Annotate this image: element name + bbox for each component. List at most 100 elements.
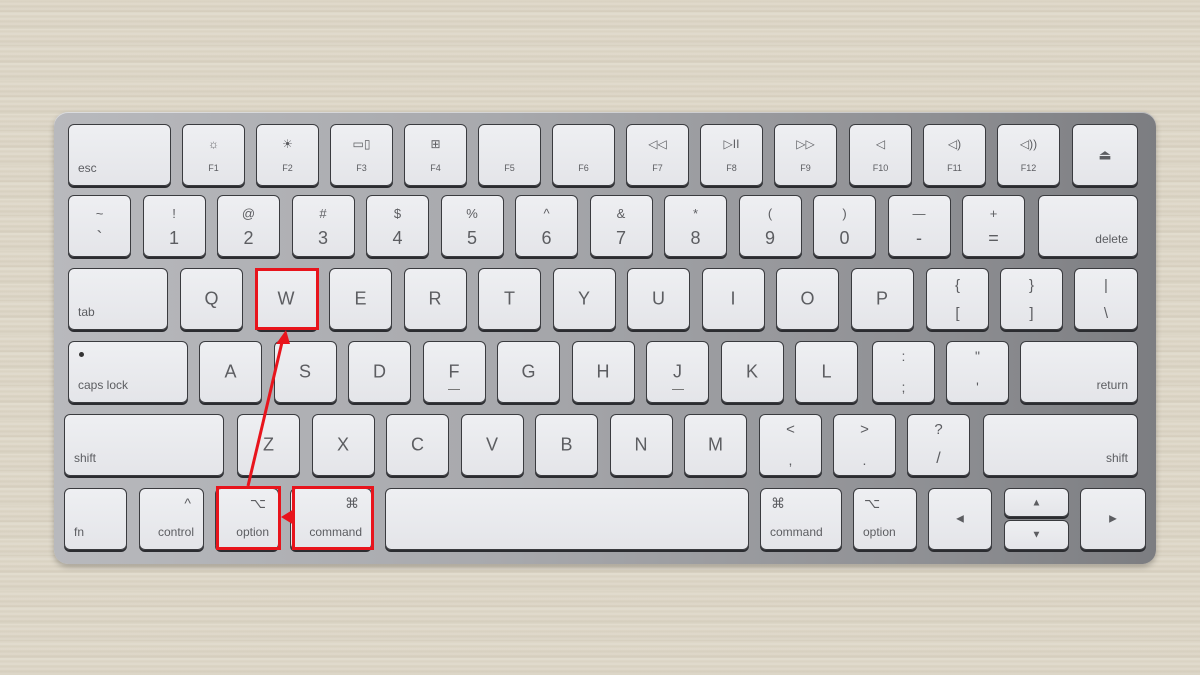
key-top-label: " [975, 348, 980, 364]
key-f: F [422, 341, 486, 403]
brightness-down-icon: ☼ [208, 137, 219, 151]
key-number-0: ~ ` [68, 195, 131, 257]
key-f8: ▷II F8 [700, 124, 763, 186]
key-bottom-label: ; [901, 379, 906, 395]
key-label: A [224, 361, 237, 382]
key-f12: ◁)) F12 [997, 124, 1060, 186]
key-bottom-label: 2 [243, 228, 254, 248]
key-x: X [311, 414, 375, 476]
key-number-8: * 8 [664, 195, 727, 257]
key-tab: tab [68, 268, 168, 330]
arrow-right-icon: ▶ [1109, 513, 1117, 525]
key-bottom-label: 0 [839, 228, 850, 248]
key-s: S [273, 341, 337, 403]
key-label: F4 [430, 163, 441, 173]
key-bottom-label: = [988, 228, 999, 248]
option-icon: ⌥ [249, 495, 266, 511]
control-icon: ^ [184, 495, 191, 511]
command-icon: ⌘ [345, 495, 359, 511]
key-label: F12 [1020, 163, 1037, 173]
key-backslash: | \ [1074, 268, 1138, 330]
key-number-4: $4 [366, 195, 429, 257]
key-number-1: ! 1 [142, 195, 206, 257]
key-label: F11 [947, 163, 962, 173]
key-n: N [609, 414, 673, 476]
key-right-bracket: }] [1000, 268, 1063, 330]
key-f4: ⊞ F4 [404, 124, 467, 186]
key-label: option [236, 525, 269, 539]
key-top-label: % [466, 206, 478, 221]
key-label: O [800, 288, 815, 309]
key-number-10: ) 0 [813, 195, 876, 257]
key-label: command [770, 525, 823, 539]
key-top-label: & [616, 206, 626, 221]
key-top-label: @ [241, 206, 256, 221]
key-top-label: { [954, 277, 960, 294]
key-label: S [298, 361, 311, 382]
key-label: F7 [652, 163, 663, 173]
key-bottom-label: ' [976, 379, 979, 395]
key-f11: ◁) F11 [923, 124, 986, 186]
key-bottom-label: [ [955, 305, 960, 322]
arrow-up-icon: ▲ [1031, 497, 1042, 508]
mute-icon: ◁ [875, 137, 886, 151]
key-label: Z [263, 434, 274, 455]
key-f2: ☀ F2 [256, 124, 319, 186]
key-top-label: — [912, 206, 926, 221]
key-top-label: ^ [543, 206, 550, 221]
key-label: T [504, 288, 515, 309]
key-bottom-label: 3 [317, 228, 328, 248]
key-label: B [560, 434, 573, 455]
key-label: R [428, 288, 442, 309]
key-number-9: (9 [738, 195, 802, 257]
key-bottom-label: ` [96, 228, 103, 248]
key-period: >. [833, 414, 896, 476]
key-label: H [596, 361, 610, 382]
key-label: shift [74, 451, 97, 465]
key-label: C [411, 434, 424, 455]
key-l: L [795, 341, 858, 403]
key-f7: ◁◁ F7 [626, 124, 689, 186]
key-label: K [745, 361, 758, 382]
key-label: U [652, 288, 665, 309]
key-m: M [684, 414, 747, 476]
key-top-label: * [692, 206, 699, 221]
key-top-label: ? [934, 421, 943, 438]
key-bottom-label: 1 [168, 228, 179, 248]
key-label: option [863, 525, 896, 539]
key-label: F [448, 361, 460, 382]
key-label: P [875, 288, 888, 309]
key-bottom-label: ] [1029, 305, 1034, 322]
key-f5: F5 [478, 124, 541, 186]
key-bottom-label: / [936, 450, 941, 467]
key-top-label: ( [767, 206, 773, 221]
key-number-3: #3 [291, 195, 355, 257]
key-label: command [309, 525, 362, 539]
key-esc: esc [68, 124, 171, 186]
key-z: Z [237, 414, 300, 476]
key-bottom-label: , [788, 452, 793, 468]
home-row-bump [671, 388, 684, 390]
key-label: control [157, 525, 194, 539]
key-label: I [730, 288, 736, 309]
key-label: D [373, 361, 386, 382]
launchpad-icon: ⊞ [430, 137, 441, 151]
mission-control-icon: ▭▯ [352, 137, 371, 151]
key-option-left: ⌥ option [215, 488, 279, 550]
key-label: Y [577, 288, 590, 309]
keyboard: esc ☼ F1 ☀ F2 ▭▯ F3 ⊞ F4 F5 F6 ◁◁ F7 ▷II F8 ▷▷… [54, 112, 1156, 564]
key-label: F6 [578, 163, 589, 173]
key-semicolon: :; [872, 341, 935, 403]
key-u: U [627, 268, 690, 330]
key-t: T [478, 268, 541, 330]
key-r: R [403, 268, 467, 330]
key-o: O [776, 268, 839, 330]
key-label: F8 [726, 163, 737, 173]
key-arrow-left: ◀ [928, 488, 992, 550]
key-delete: delete [1038, 195, 1138, 257]
key-number-2: @2 [217, 195, 280, 257]
key-bottom-label: 7 [615, 228, 626, 248]
key-eject: ⏏ [1072, 124, 1138, 186]
key-label: Q [204, 288, 219, 309]
brightness-up-icon: ☀ [282, 137, 293, 151]
